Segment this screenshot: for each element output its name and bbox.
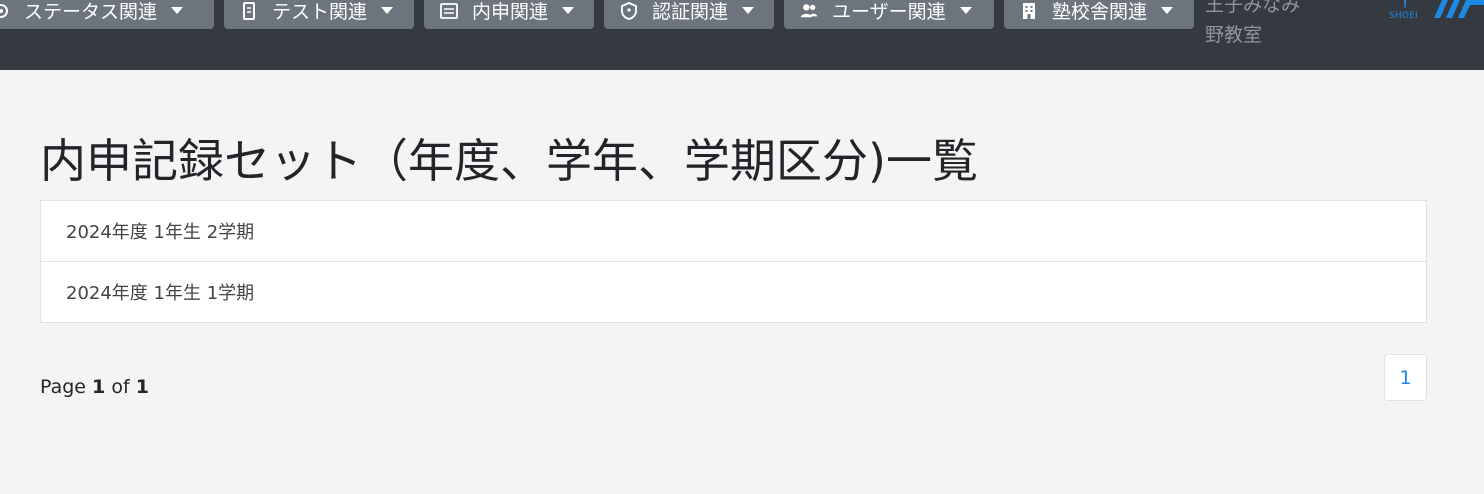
- page-title: 内申記録セット（年度、学年、学期区分)一覧: [40, 134, 978, 188]
- logo-text: SHOEI: [1389, 11, 1418, 21]
- record-set-list: 2024年度 1年生 2学期 2024年度 1年生 1学期: [40, 200, 1427, 323]
- chevron-down-icon: [381, 7, 394, 14]
- auth-menu-button[interactable]: 認証関連: [604, 0, 774, 29]
- status-menu-button[interactable]: ステータス関連: [0, 0, 214, 29]
- naishin-menu-label: 内申関連: [472, 1, 549, 23]
- test-menu-label: テスト関連: [272, 1, 368, 23]
- school-menu-label: 塾校舎関連: [1052, 1, 1148, 23]
- user-menu-button[interactable]: ユーザー関連: [784, 0, 994, 29]
- users-icon: [800, 2, 818, 20]
- shoei-logo: SHOEI: [1388, 0, 1422, 26]
- brand-mark-logo: [1432, 0, 1484, 20]
- list-icon: [440, 2, 458, 20]
- top-navbar: ステータス関連 テスト関連 内申関連 認証関連 ユーザー関連 塾校舎関連 王子み…: [0, 0, 1484, 70]
- current-school-name: 王子みなみ野教室: [1205, 0, 1301, 46]
- document-icon: [240, 1, 258, 20]
- building-icon: [1020, 2, 1038, 20]
- total-pages: 1: [135, 376, 149, 398]
- school-menu-button[interactable]: 塾校舎関連: [1004, 0, 1194, 29]
- chevron-down-icon: [171, 7, 184, 14]
- status-menu-label: ステータス関連: [24, 1, 158, 23]
- of-word: of: [111, 376, 130, 398]
- current-page: 1: [92, 376, 106, 398]
- chevron-down-icon: [1161, 7, 1174, 14]
- test-menu-button[interactable]: テスト関連: [224, 0, 414, 29]
- page-link-1[interactable]: 1: [1384, 354, 1427, 401]
- chevron-down-icon: [562, 7, 575, 14]
- list-item[interactable]: 2024年度 1年生 2学期: [40, 200, 1427, 262]
- page-word: Page: [40, 376, 86, 398]
- auth-menu-label: 認証関連: [652, 1, 729, 23]
- gear-icon: [0, 2, 10, 20]
- list-item[interactable]: 2024年度 1年生 1学期: [40, 262, 1427, 323]
- chevron-down-icon: [959, 7, 972, 14]
- naishin-menu-button[interactable]: 内申関連: [424, 0, 594, 29]
- chevron-down-icon: [742, 7, 755, 14]
- shield-icon: [620, 1, 638, 20]
- page-indicator: Page 1 of 1: [40, 376, 149, 398]
- user-menu-label: ユーザー関連: [832, 1, 946, 23]
